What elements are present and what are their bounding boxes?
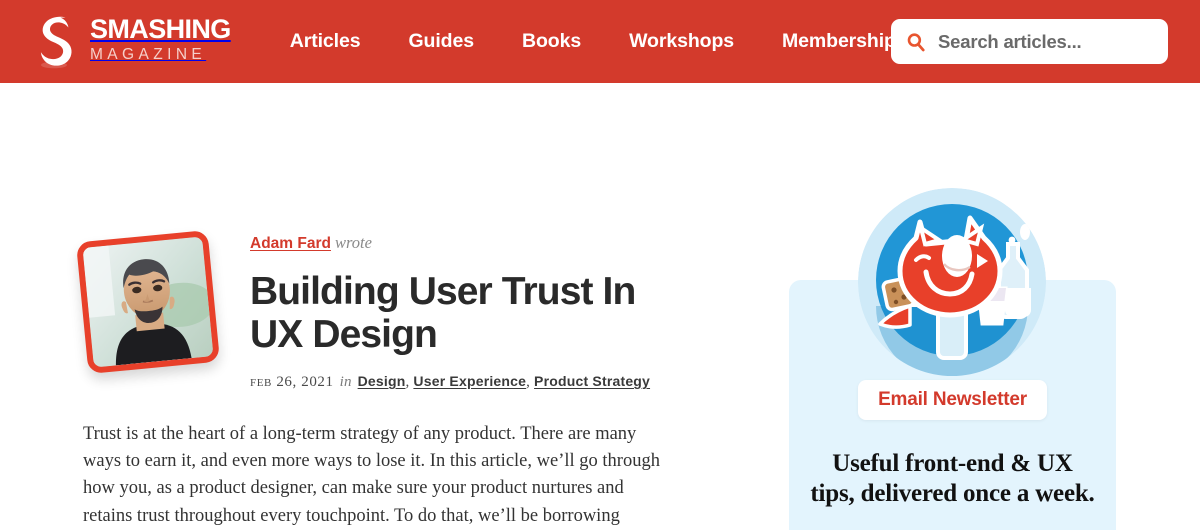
smashing-cat-s-icon: [34, 15, 78, 69]
search-placeholder: Search articles...: [938, 30, 1082, 52]
byline: Adam Fard wrote: [250, 233, 680, 252]
avatar-frame: [75, 229, 221, 375]
wrote-label: wrote: [334, 233, 372, 252]
in-label: in: [339, 374, 352, 391]
author-avatar[interactable]: [75, 229, 224, 378]
publish-date: Feb 26, 2021: [250, 374, 334, 391]
article-title[interactable]: Building User Trust In UX Design: [250, 270, 680, 357]
search-input[interactable]: Search articles...: [891, 19, 1168, 64]
logo-title: SMASHING: [90, 14, 231, 45]
category-user-experience[interactable]: User Experience: [413, 373, 526, 389]
site-header: SMASHING MAGAZINE Articles Guides Books …: [0, 0, 1200, 83]
category-design[interactable]: Design: [358, 373, 406, 389]
cat-with-milk-and-cookie-icon: [858, 188, 1046, 376]
avatar-photo: [82, 236, 214, 368]
nav-item-workshops[interactable]: Workshops: [605, 30, 758, 53]
email-newsletter-button[interactable]: Email Newsletter: [858, 380, 1047, 420]
nav-item-articles[interactable]: Articles: [266, 30, 385, 53]
search-icon: [906, 32, 926, 52]
nav-item-books[interactable]: Books: [498, 30, 605, 53]
author-link[interactable]: Adam Fard: [250, 235, 331, 252]
newsletter-heading: Useful front-end & UX tips, delivered on…: [810, 450, 1095, 507]
article-meta: Feb 26, 2021 in Design, User Experience,…: [250, 373, 651, 391]
nav-item-guides[interactable]: Guides: [384, 30, 498, 53]
logo-subtitle: MAGAZINE: [90, 46, 207, 64]
site-logo[interactable]: SMASHING MAGAZINE: [34, 0, 231, 83]
page-body: Adam Fard wrote Building User Trust In UX…: [0, 83, 1200, 530]
email-newsletter-label: Email Newsletter: [878, 389, 1027, 410]
article-excerpt: Trust is at the heart of a long-term str…: [83, 424, 660, 526]
article-header: Adam Fard wrote Building User Trust In UX…: [250, 233, 680, 391]
category-product-strategy[interactable]: Product Strategy: [534, 373, 650, 389]
